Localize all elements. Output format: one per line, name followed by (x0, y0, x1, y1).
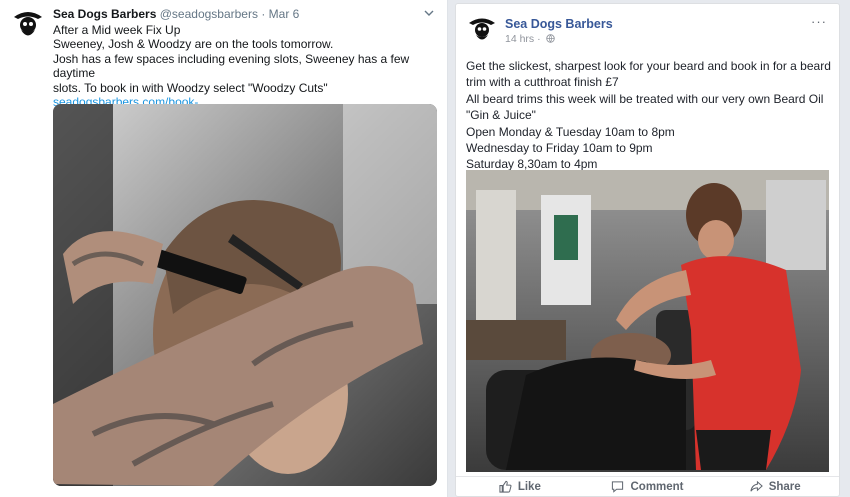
share-label: Share (768, 480, 801, 493)
fb-meta-separator: · (537, 33, 541, 45)
fb-post-meta: 14 hrs · (505, 33, 555, 45)
fb-text-line: Open Monday & Tuesday 10am to 8pm (466, 124, 675, 139)
share-button[interactable]: Share (711, 477, 839, 497)
tweet-header: Sea Dogs Barbers @seadogsbarbers · Mar 6 (53, 7, 299, 21)
fb-text-line: Wednesday to Friday 10am to 9pm (466, 141, 653, 156)
fb-text-line: "Gin & Juice" (466, 108, 536, 123)
sea-dogs-logo-avatar[interactable] (466, 12, 498, 44)
fb-text-line: Get the slickest, sharpest look for your… (466, 59, 831, 73)
chevron-down-icon[interactable] (424, 8, 434, 18)
tweet-separator: · (261, 7, 266, 21)
comment-icon (612, 481, 624, 493)
like-button[interactable]: Like (456, 477, 584, 497)
fb-text-line: trim with a cutthroat finish £7 (466, 75, 619, 90)
tweet-card: Sea Dogs Barbers @seadogsbarbers · Mar 6… (0, 0, 448, 497)
fb-text-line: All beard trims this week will be treate… (466, 91, 824, 106)
fb-post-time[interactable]: 14 hrs (505, 33, 534, 45)
tweet-text-line: Josh has a few spaces including evening … (53, 51, 410, 81)
thumbs-up-icon (499, 480, 512, 493)
share-icon (750, 480, 763, 492)
tweet-text-line: Sweeney, Josh & Woodzy are on the tools … (53, 37, 334, 52)
comment-button[interactable]: Comment (584, 477, 712, 497)
tweet-author-name[interactable]: Sea Dogs Barbers (53, 7, 156, 21)
tweet-text-segment: slots. To book in with Woodzy select "Wo… (53, 80, 328, 95)
tweet-photo-haircut[interactable] (53, 104, 437, 486)
fb-photo-beard-trim[interactable] (466, 170, 829, 472)
tweet-text-line: After a Mid week Fix Up (53, 23, 181, 37)
tweet-date[interactable]: Mar 6 (269, 7, 300, 21)
sea-dogs-logo-avatar[interactable] (10, 5, 46, 41)
globe-icon (545, 34, 555, 43)
comment-label: Comment (630, 480, 684, 493)
more-options-icon[interactable]: ··· (811, 14, 827, 29)
facebook-post-card: Sea Dogs Barbers 14 hrs · ··· Get the sl… (455, 3, 840, 497)
fb-post-text: Get the slickest, sharpest look for your… (466, 58, 831, 173)
tweet-author-handle[interactable]: @seadogsbarbers (160, 7, 258, 21)
like-label: Like (517, 480, 541, 493)
fb-page-name[interactable]: Sea Dogs Barbers (505, 17, 613, 31)
fb-action-bar: Like Comment Share (456, 476, 839, 496)
